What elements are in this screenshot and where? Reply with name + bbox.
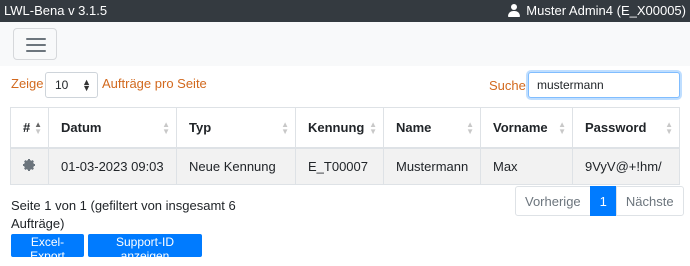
column-header-label: Vorname — [493, 119, 548, 135]
column-header-label: Datum — [61, 119, 102, 135]
menu-toggle-button[interactable] — [13, 28, 57, 60]
app-title: LWL-Bena v 3.1.5 — [4, 3, 108, 18]
user-name: Muster Admin4 (E_X00005) — [526, 3, 686, 18]
search-input[interactable] — [528, 72, 680, 98]
column-header-typ[interactable]: Typ ▲ ▼ — [176, 107, 296, 149]
cell-vorname: Max — [480, 147, 573, 185]
column-header-vorname[interactable]: Vorname ▲ ▼ — [480, 107, 573, 149]
sort-asc-icon: ▲ ▼ — [34, 120, 42, 136]
sort-icon: ▲ ▼ — [558, 120, 566, 136]
navbar — [0, 22, 690, 66]
pagination-previous[interactable]: Vorherige — [515, 186, 591, 216]
table-info: Seite 1 von 1 (gefiltert von insgesamt 6… — [11, 198, 236, 231]
hamburger-icon — [26, 38, 46, 40]
pagination-page-current[interactable]: 1 — [589, 186, 617, 216]
column-header-name[interactable]: Name ▲ ▼ — [383, 107, 481, 149]
page-length-select[interactable]: 10 ▲ ▼ — [45, 72, 98, 98]
table-header-row: # ▲ ▼ Datum ▲ ▼ Typ ▲ ▼ Kennung ▲ ▼ Name ▲ ▼ Vorna… — [10, 107, 680, 149]
cell-password: 9VyV@+!hm/ — [572, 147, 680, 185]
top-bar: LWL-Bena v 3.1.5 Muster Admin4 (E_X00005… — [0, 0, 690, 22]
sort-icon: ▲ ▼ — [162, 120, 170, 136]
support-id-button[interactable]: Support-ID anzeigen — [88, 234, 202, 263]
search-label: Suche — [489, 78, 526, 93]
cell-name: Mustermann — [383, 147, 481, 185]
pagination: Vorherige 1 Nächste — [515, 186, 684, 216]
sort-icon: ▲ ▼ — [466, 120, 474, 136]
page-length-value: 10 — [55, 78, 69, 92]
column-header-password[interactable]: Password ▲ ▼ — [572, 107, 680, 149]
column-header-label: Password — [585, 119, 647, 135]
orders-table: # ▲ ▼ Datum ▲ ▼ Typ ▲ ▼ Kennung ▲ ▼ Name ▲ ▼ Vorna… — [10, 107, 680, 185]
sort-updown-icon: ▲ ▼ — [82, 77, 91, 93]
hamburger-icon-bar — [26, 44, 46, 46]
cell-kennung: E_T00007 — [295, 147, 384, 185]
length-label: Zeige — [11, 76, 44, 91]
column-header-kennung[interactable]: Kennung ▲ ▼ — [295, 107, 384, 149]
column-header-label: Name — [396, 119, 432, 135]
hamburger-icon-bar — [26, 50, 46, 52]
user-icon — [508, 4, 521, 17]
column-header-datum[interactable]: Datum ▲ ▼ — [48, 107, 177, 149]
sort-icon: ▲ ▼ — [665, 120, 673, 136]
length-suffix: Aufträge pro Seite — [102, 76, 207, 91]
column-header-label: Kennung — [308, 119, 365, 135]
sort-icon: ▲ ▼ — [281, 120, 289, 136]
excel-export-button[interactable]: Excel-Export — [11, 234, 84, 263]
user-menu[interactable]: Muster Admin4 (E_X00005) — [508, 3, 686, 18]
table-row[interactable]: 01-03-2023 09:03 Neue Kennung E_T00007 M… — [10, 147, 680, 185]
cell-datum: 01-03-2023 09:03 — [48, 147, 177, 185]
column-header-label: Typ — [189, 119, 212, 135]
cell-typ: Neue Kennung — [176, 147, 296, 185]
column-header-label: # — [23, 119, 31, 135]
gear-icon[interactable] — [23, 158, 35, 171]
row-actions-cell[interactable] — [10, 147, 49, 185]
sort-icon: ▲ ▼ — [369, 120, 377, 136]
pagination-next[interactable]: Nächste — [615, 186, 684, 216]
column-header-number[interactable]: # ▲ ▼ — [10, 107, 49, 149]
